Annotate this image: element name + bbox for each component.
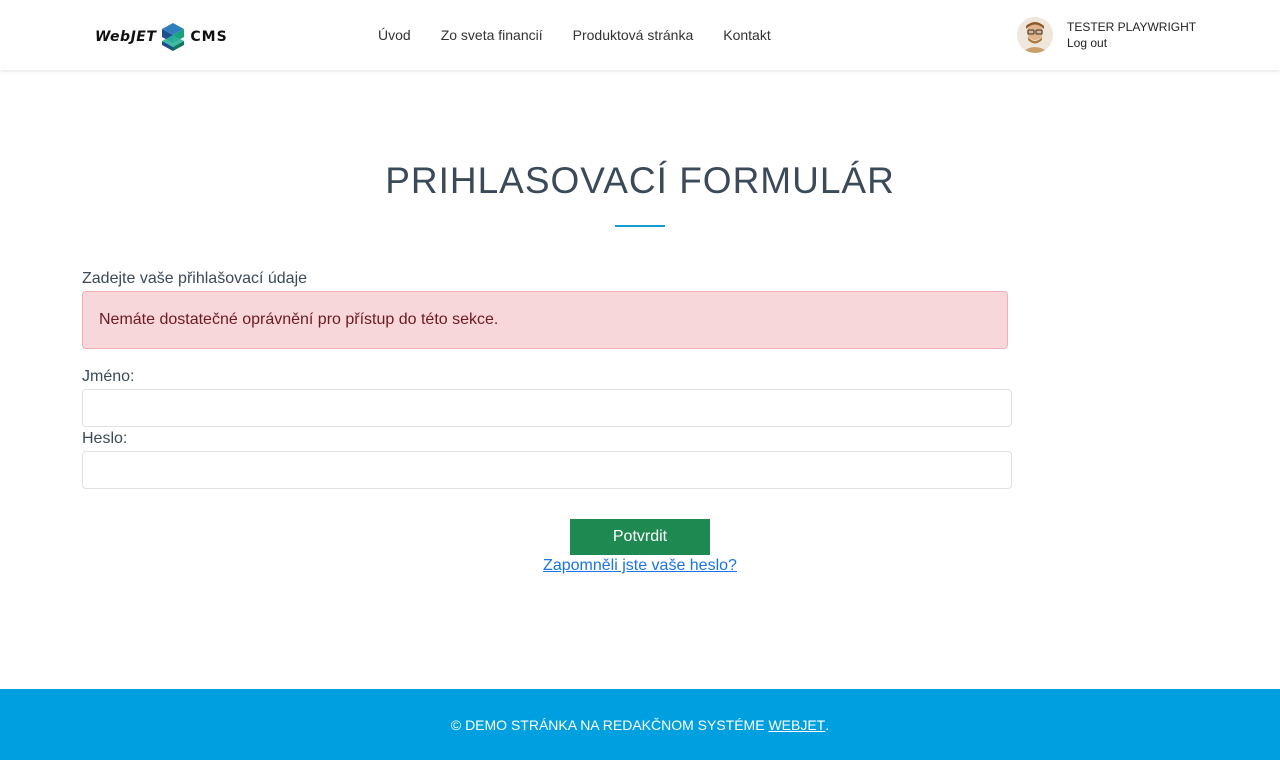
logout-link[interactable]: Log out [1067,36,1107,50]
username-label: Jméno: [82,368,135,385]
password-label: Heslo: [82,430,128,447]
form-intro: Zadejte vaše přihlašovací údaje [82,270,308,287]
nav-item-financie[interactable]: Zo sveta financií [426,27,558,43]
password-input[interactable] [82,451,1012,489]
site-footer: © DEMO STRÁNKA NA REDAKČNOM SYSTÉME WEBJ… [0,689,1280,760]
main-nav: Úvod Zo sveta financií Produktová stránk… [363,0,786,70]
footer-suffix: . [825,716,830,733]
forgot-password-link[interactable]: Zapomněli jste vaše heslo? [543,557,737,574]
title-underline [615,225,665,227]
user-avatar-icon [1017,17,1053,53]
footer-text: © DEMO STRÁNKA NA REDAKČNOM SYSTÉME [450,716,769,733]
user-name: TESTER PLAYWRIGHT [1067,20,1197,34]
site-header: WebJET CMS Úvod Zo sveta financií Produk… [0,0,1280,70]
user-info: TESTER PLAYWRIGHT Log out [1067,20,1196,52]
footer-webjet-link[interactable]: WEBJET [768,717,825,733]
user-panel: TESTER PLAYWRIGHT Log out [1017,17,1196,53]
submit-button[interactable]: Potvrdit [570,519,710,555]
page-title: PRIHLASOVACÍ FORMULÁR [385,160,895,201]
logo-text-cms: CMS [190,29,228,45]
logo-text-webjet: WebJET [95,29,157,45]
forgot-password-container: Zapomněli jste vaše heslo? [0,557,1280,575]
nav-item-produkty[interactable]: Produktová stránka [558,27,709,43]
nav-item-uvod[interactable]: Úvod [363,27,426,43]
webjet-cube-icon [162,23,185,51]
site-logo[interactable]: WebJET CMS [95,22,228,52]
username-input[interactable] [82,389,1012,427]
access-denied-alert: Nemáte dostatečné oprávnění pro přístup … [82,291,1008,349]
nav-item-kontakt[interactable]: Kontakt [708,27,785,43]
